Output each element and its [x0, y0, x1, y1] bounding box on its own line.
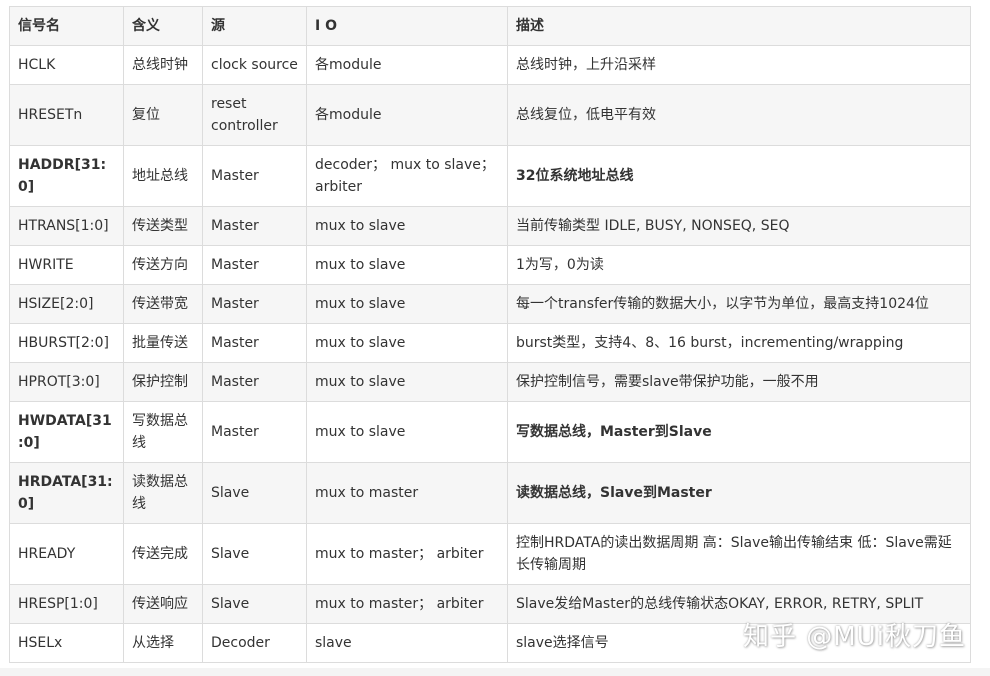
cell-source: Decoder [202, 623, 307, 663]
cell-signal-name: HSELx [9, 623, 124, 663]
table-row: HWDATA[31:0] 写数据总线 Master mux to slave 写数据总线… [9, 401, 971, 463]
cell-signal-name: HBURST[2:0] [9, 323, 124, 363]
cell-signal-name: HRESP[1:0] [9, 584, 124, 624]
cell-meaning: 保护控制 [123, 362, 203, 402]
cell-signal-name: HPROT[3:0] [9, 362, 124, 402]
signal-table: 信号名 含义 源 I O 描述 HCLK 总线时钟 clock source 各mod… [9, 6, 971, 663]
table-row: HWRITE 传送方向 Master mux to slave 1为写，0为读 [9, 245, 971, 285]
cell-meaning: 写数据总线 [123, 401, 203, 463]
header-meaning: 含义 [123, 6, 203, 46]
cell-description: 32位系统地址总线 [507, 145, 971, 207]
bottom-bar [0, 668, 990, 676]
header-signal-name: 信号名 [9, 6, 124, 46]
table-header-row: 信号名 含义 源 I O 描述 [9, 6, 971, 46]
cell-source: Slave [202, 462, 307, 524]
table-row: HREADY 传送完成 Slave mux to master； arbiter 控制H… [9, 523, 971, 585]
cell-meaning: 批量传送 [123, 323, 203, 363]
cell-source: reset controller [202, 84, 307, 146]
cell-io: decoder； mux to slave；arbiter [306, 145, 508, 207]
cell-signal-name: HTRANS[1:0] [9, 206, 124, 246]
cell-io: mux to master； arbiter [306, 584, 508, 624]
cell-description: 保护控制信号，需要slave带保护功能，一般不用 [507, 362, 971, 402]
cell-meaning: 总线时钟 [123, 45, 203, 85]
cell-signal-name: HCLK [9, 45, 124, 85]
cell-io: mux to slave [306, 245, 508, 285]
header-source: 源 [202, 6, 307, 46]
cell-io: 各module [306, 45, 508, 85]
cell-io: mux to slave [306, 284, 508, 324]
table-row: HRESETn 复位 reset controller 各module 总线复位，低电平… [9, 84, 971, 146]
cell-io: mux to slave [306, 401, 508, 463]
cell-signal-name: HRDATA[31:0] [9, 462, 124, 524]
table-row: HRDATA[31:0] 读数据总线 Slave mux to master 读数据总线… [9, 462, 971, 524]
cell-description: 控制HRDATA的读出数据周期 高：Slave输出传输结束 低：Slave需延长… [507, 523, 971, 585]
cell-signal-name: HWRITE [9, 245, 124, 285]
table-row: HTRANS[1:0] 传送类型 Master mux to slave 当前传输类型 … [9, 206, 971, 246]
cell-io: slave [306, 623, 508, 663]
cell-io: mux to slave [306, 362, 508, 402]
cell-meaning: 传送方向 [123, 245, 203, 285]
cell-signal-name: HADDR[31:0] [9, 145, 124, 207]
cell-source: Master [202, 362, 307, 402]
cell-io: mux to master； arbiter [306, 523, 508, 585]
cell-meaning: 复位 [123, 84, 203, 146]
cell-source: Master [202, 323, 307, 363]
cell-meaning: 读数据总线 [123, 462, 203, 524]
cell-source: Master [202, 284, 307, 324]
cell-meaning: 地址总线 [123, 145, 203, 207]
cell-meaning: 传送带宽 [123, 284, 203, 324]
cell-description: 读数据总线，Slave到Master [507, 462, 971, 524]
cell-description: burst类型，支持4、8、16 burst，incrementing/wrap… [507, 323, 971, 363]
cell-source: Slave [202, 584, 307, 624]
table-row: HPROT[3:0] 保护控制 Master mux to slave 保护控制信号，需… [9, 362, 971, 402]
cell-description: 1为写，0为读 [507, 245, 971, 285]
cell-signal-name: HWDATA[31:0] [9, 401, 124, 463]
cell-signal-name: HSIZE[2:0] [9, 284, 124, 324]
cell-source: Master [202, 245, 307, 285]
cell-io: mux to slave [306, 323, 508, 363]
zhihu-watermark: 知乎 @MUi秋刀鱼 [743, 622, 966, 652]
cell-io: mux to slave [306, 206, 508, 246]
cell-signal-name: HREADY [9, 523, 124, 585]
cell-io: 各module [306, 84, 508, 146]
table-container: 信号名 含义 源 I O 描述 HCLK 总线时钟 clock source 各mod… [9, 6, 971, 663]
table-row: HBURST[2:0] 批量传送 Master mux to slave burst类型… [9, 323, 971, 363]
cell-meaning: 传送完成 [123, 523, 203, 585]
cell-source: clock source [202, 45, 307, 85]
cell-source: Slave [202, 523, 307, 585]
table-row: HCLK 总线时钟 clock source 各module 总线时钟，上升沿采样 [9, 45, 971, 85]
cell-description: 每一个transfer传输的数据大小，以字节为单位，最高支持1024位 [507, 284, 971, 324]
cell-meaning: 传送类型 [123, 206, 203, 246]
cell-source: Master [202, 206, 307, 246]
cell-io: mux to master [306, 462, 508, 524]
cell-description: 总线复位，低电平有效 [507, 84, 971, 146]
header-description: 描述 [507, 6, 971, 46]
cell-source: Master [202, 145, 307, 207]
table-row: HSIZE[2:0] 传送带宽 Master mux to slave 每一个trans… [9, 284, 971, 324]
cell-source: Master [202, 401, 307, 463]
table-row: HADDR[31:0] 地址总线 Master decoder； mux to sla… [9, 145, 971, 207]
header-io: I O [306, 6, 508, 46]
cell-meaning: 传送响应 [123, 584, 203, 624]
cell-signal-name: HRESETn [9, 84, 124, 146]
cell-description: 总线时钟，上升沿采样 [507, 45, 971, 85]
cell-meaning: 从选择 [123, 623, 203, 663]
cell-description: 写数据总线，Master到Slave [507, 401, 971, 463]
cell-description: 当前传输类型 IDLE, BUSY, NONSEQ, SEQ [507, 206, 971, 246]
